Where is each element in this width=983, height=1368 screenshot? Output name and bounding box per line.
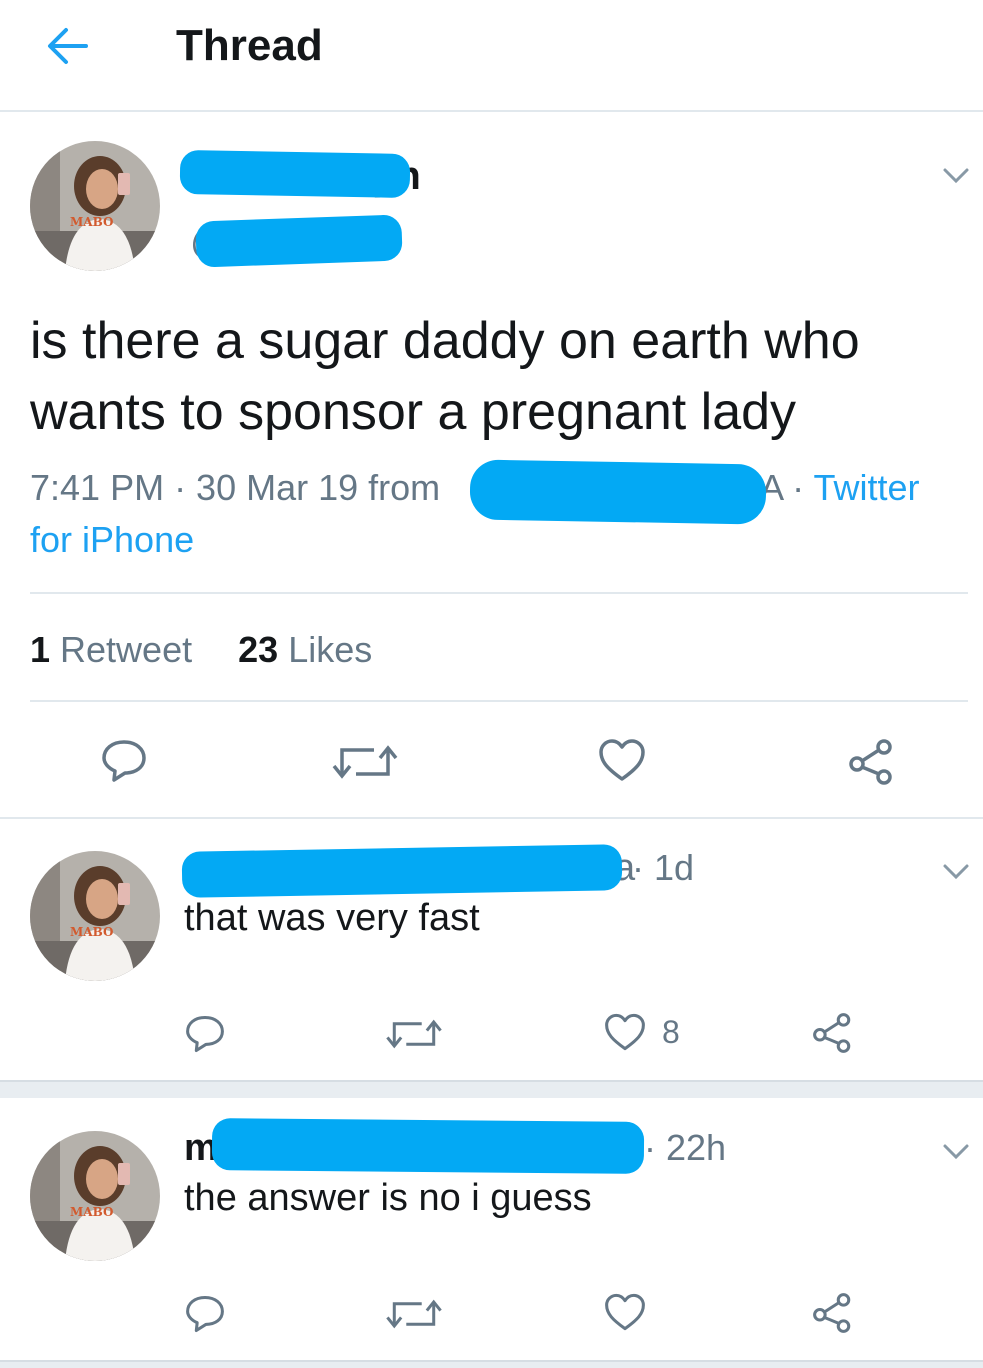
reply-button[interactable] [100,738,148,784]
retweet-icon [386,1299,442,1329]
svg-text:MABO: MABO [70,925,113,939]
tweet-stats: 1 Retweet 23 Likes [30,624,372,676]
share-icon [813,1013,851,1053]
like-button[interactable] [604,1292,662,1332]
share-icon [849,739,892,785]
like-count: 8 [662,1013,680,1050]
avatar[interactable]: MABO [30,141,160,271]
redaction-mark [195,214,403,268]
tweet-text: is there a sugar daddy on earth who want… [30,312,860,441]
reply-button[interactable] [184,1014,226,1054]
avatar[interactable]: MABO [30,851,160,981]
reply-timestamp[interactable]: · 22h [644,1124,726,1172]
chevron-down-icon [943,864,969,880]
reply-icon [102,740,146,782]
retweet-icon [332,745,398,779]
reply-button[interactable] [184,1294,226,1334]
like-button[interactable]: 8 [604,1012,680,1052]
back-button[interactable] [40,18,96,74]
reply-icon [186,1295,224,1333]
heart-icon [605,1293,645,1331]
heart-icon [605,1013,645,1051]
tweet-timestamp[interactable]: 7:41 PM · 30 Mar 19 from [30,467,450,508]
divider [30,592,968,594]
share-button[interactable] [812,1012,854,1054]
share-button[interactable] [812,1292,854,1334]
separator-dot: · [782,467,814,508]
chevron-down-icon [943,1144,969,1160]
tweet-menu-button[interactable] [936,852,976,892]
reply-timestamp[interactable]: · 1d [632,844,694,892]
likes-stat[interactable]: 23 Likes [238,629,372,670]
heart-icon [599,739,645,781]
svg-text:MABO: MABO [70,1205,113,1219]
redaction-mark [179,149,411,199]
avatar[interactable]: MABO [30,1131,160,1261]
retweet-button[interactable] [384,1016,444,1052]
divider [30,700,968,702]
redaction-mark [469,459,767,525]
divider [0,817,983,819]
share-icon [813,1293,851,1333]
svg-text:MABO: MABO [70,215,113,229]
redaction-mark [211,1118,645,1174]
section-separator [0,1360,983,1368]
tweet-menu-button[interactable] [936,1132,976,1172]
retweet-button[interactable] [384,1296,444,1332]
tweet-menu-button[interactable] [936,156,976,196]
redaction-mark [181,844,623,898]
reply-icon [186,1015,224,1053]
arrow-left-icon [48,28,88,64]
chevron-down-icon [943,168,969,184]
share-button[interactable] [848,738,896,786]
page-title: Thread [176,21,323,70]
retweets-stat[interactable]: 1 Retweet [30,629,192,670]
retweet-icon [386,1019,442,1049]
top-app-bar: Thread [0,0,983,112]
like-button[interactable] [598,738,646,782]
retweet-button[interactable] [330,742,400,782]
section-separator [0,1080,983,1098]
reply-text: the answer is no i guess [184,1177,592,1219]
reply-text: that was very fast [184,897,480,939]
